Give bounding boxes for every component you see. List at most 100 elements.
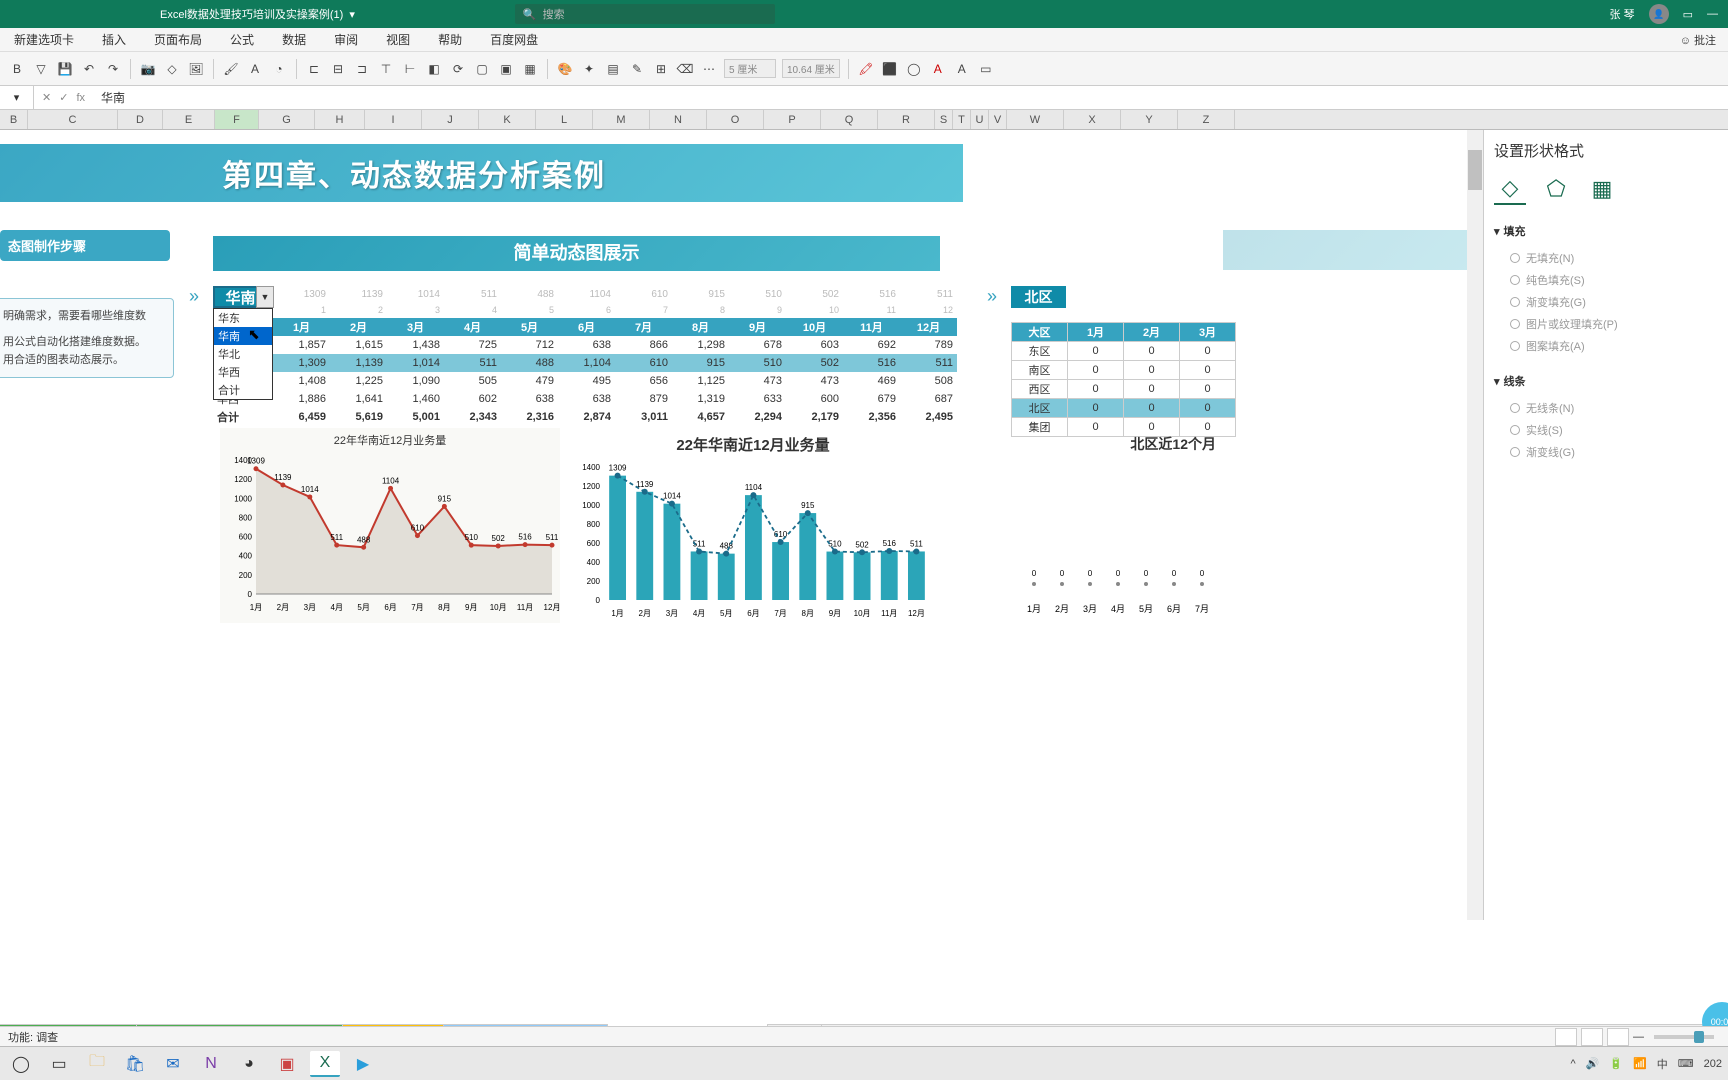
comment-button[interactable]: ☺ 批注 bbox=[1676, 28, 1720, 52]
col-C[interactable]: C bbox=[28, 110, 118, 129]
window-icon[interactable]: ▭ bbox=[1683, 8, 1693, 21]
col-V[interactable]: V bbox=[989, 110, 1007, 129]
tray-up-icon[interactable]: ^ bbox=[1570, 1058, 1575, 1070]
col-W[interactable]: W bbox=[1007, 110, 1064, 129]
more-icon[interactable]: ⋯ bbox=[700, 60, 718, 78]
dropdown-list[interactable]: 华东 华南 华北 华西 合计 bbox=[213, 308, 273, 400]
browser-icon[interactable]: ▶ bbox=[348, 1051, 378, 1077]
tab-view[interactable]: 视图 bbox=[382, 27, 414, 52]
front-icon[interactable]: ▦ bbox=[521, 60, 539, 78]
formula-input[interactable]: 华南 bbox=[93, 89, 1728, 106]
ungroup-icon[interactable]: ▣ bbox=[497, 60, 515, 78]
cancel-icon[interactable]: ✕ bbox=[42, 91, 51, 104]
col-E[interactable]: E bbox=[163, 110, 215, 129]
font-color-icon[interactable]: A bbox=[929, 60, 947, 78]
onenote-icon[interactable]: N bbox=[196, 1051, 226, 1077]
col-Q[interactable]: Q bbox=[821, 110, 878, 129]
keyboard-icon[interactable]: ⌨ bbox=[1678, 1057, 1694, 1070]
align-left-icon[interactable]: ⊏ bbox=[305, 60, 323, 78]
file-explorer-icon[interactable]: 🗀 bbox=[82, 1051, 112, 1077]
arrange-icon[interactable]: ▭ bbox=[977, 60, 995, 78]
excel-icon[interactable]: X bbox=[310, 1051, 340, 1077]
outline-icon[interactable]: ◯ bbox=[905, 60, 923, 78]
crop-icon[interactable]: ◧ bbox=[425, 60, 443, 78]
dd-item-huabei[interactable]: 华北 bbox=[214, 345, 272, 363]
scrollbar-thumb[interactable] bbox=[1468, 150, 1482, 190]
camera-icon[interactable]: 📷 bbox=[139, 60, 157, 78]
user-name[interactable]: 张 琴 bbox=[1610, 6, 1635, 22]
bold-icon[interactable]: B bbox=[8, 60, 26, 78]
col-H[interactable]: H bbox=[315, 110, 365, 129]
text-effect-icon[interactable]: A bbox=[953, 60, 971, 78]
col-N[interactable]: N bbox=[650, 110, 707, 129]
col-R[interactable]: R bbox=[878, 110, 935, 129]
chart-area-line[interactable]: 22年华南近12月业务量 020040060080010001200140013… bbox=[220, 428, 560, 623]
col-K[interactable]: K bbox=[479, 110, 536, 129]
tab-layout[interactable]: 页面布局 bbox=[150, 27, 206, 52]
col-L[interactable]: L bbox=[536, 110, 593, 129]
align-right-icon[interactable]: ⊐ bbox=[353, 60, 371, 78]
col-U[interactable]: U bbox=[971, 110, 989, 129]
col-O[interactable]: O bbox=[707, 110, 764, 129]
fill-opt-gradient[interactable]: 渐变填充(G) bbox=[1510, 291, 1718, 313]
tab-baidu[interactable]: 百度网盘 bbox=[486, 27, 542, 52]
clock-date[interactable]: 202 bbox=[1704, 1058, 1722, 1070]
name-box[interactable]: ▾ bbox=[0, 86, 34, 109]
fill-opt-pattern[interactable]: 图案填充(A) bbox=[1510, 335, 1718, 357]
tab-help[interactable]: 帮助 bbox=[434, 27, 466, 52]
task-view-icon[interactable]: ▭ bbox=[44, 1051, 74, 1077]
dd-item-huaxi[interactable]: 华西 bbox=[214, 363, 272, 381]
search-box[interactable]: 🔍 搜索 bbox=[515, 4, 775, 24]
col-F[interactable]: F bbox=[215, 110, 259, 129]
start-button[interactable]: ◯ bbox=[6, 1051, 36, 1077]
brush-icon[interactable]: 🖌 bbox=[222, 60, 240, 78]
normal-view-button[interactable] bbox=[1555, 1028, 1577, 1046]
save-icon[interactable]: 💾 bbox=[56, 60, 74, 78]
effects-icon[interactable]: ✦ bbox=[580, 60, 598, 78]
col-X[interactable]: X bbox=[1064, 110, 1121, 129]
recolor-icon[interactable]: 🎨 bbox=[556, 60, 574, 78]
undo-icon[interactable]: ↶ bbox=[80, 60, 98, 78]
col-B[interactable]: B bbox=[0, 110, 28, 129]
textbox-icon[interactable]: A bbox=[246, 60, 264, 78]
avatar[interactable]: 👤 bbox=[1649, 4, 1669, 24]
mail-icon[interactable]: ✉ bbox=[158, 1051, 188, 1077]
col-J[interactable]: J bbox=[422, 110, 479, 129]
effects-tab-icon[interactable]: ⬠ bbox=[1540, 173, 1572, 205]
tab-review[interactable]: 审阅 bbox=[330, 27, 362, 52]
col-P[interactable]: P bbox=[764, 110, 821, 129]
fill-opt-solid[interactable]: 纯色填充(S) bbox=[1510, 269, 1718, 291]
dd-item-heji[interactable]: 合计 bbox=[214, 381, 272, 399]
align-center-icon[interactable]: ⊟ bbox=[329, 60, 347, 78]
fill-tab-icon[interactable]: ◇ bbox=[1494, 173, 1526, 205]
col-Y[interactable]: Y bbox=[1121, 110, 1178, 129]
fx-icon[interactable]: fx bbox=[76, 92, 85, 104]
zoom-knob[interactable] bbox=[1694, 1031, 1704, 1043]
styles-icon[interactable]: ▤ bbox=[604, 60, 622, 78]
group-icon[interactable]: ▢ bbox=[473, 60, 491, 78]
line-opt-none[interactable]: 无线条(N) bbox=[1510, 397, 1718, 419]
chevron-down-icon[interactable]: ▾ bbox=[349, 8, 355, 21]
col-Z[interactable]: Z bbox=[1178, 110, 1235, 129]
edit-icon[interactable]: ✎ bbox=[628, 60, 646, 78]
check-icon[interactable]: ✓ bbox=[59, 91, 68, 104]
line-header[interactable]: ▾线条 bbox=[1494, 369, 1718, 393]
tab-new[interactable]: 新建选项卡 bbox=[10, 27, 78, 52]
width-input[interactable]: 5 厘米 bbox=[724, 59, 776, 78]
tab-data[interactable]: 数据 bbox=[278, 27, 310, 52]
picture-icon[interactable]: 🖼 bbox=[187, 60, 205, 78]
col-S[interactable]: S bbox=[935, 110, 953, 129]
app-icon[interactable]: ▣ bbox=[272, 1051, 302, 1077]
vertical-scrollbar[interactable] bbox=[1467, 130, 1483, 920]
col-M[interactable]: M bbox=[593, 110, 650, 129]
tab-formula[interactable]: 公式 bbox=[226, 27, 258, 52]
battery-icon[interactable]: 🔋 bbox=[1609, 1057, 1623, 1070]
col-D[interactable]: D bbox=[118, 110, 163, 129]
align-middle-icon[interactable]: ⊢ bbox=[401, 60, 419, 78]
dd-item-huadong[interactable]: 华东 bbox=[214, 309, 272, 327]
zoom-out-icon[interactable]: — bbox=[1633, 1031, 1644, 1043]
size-tab-icon[interactable]: ▦ bbox=[1586, 173, 1618, 205]
dd-item-huanan[interactable]: 华南 bbox=[214, 327, 272, 345]
page-break-button[interactable] bbox=[1607, 1028, 1629, 1046]
volume-icon[interactable]: 🔊 bbox=[1586, 1057, 1600, 1070]
